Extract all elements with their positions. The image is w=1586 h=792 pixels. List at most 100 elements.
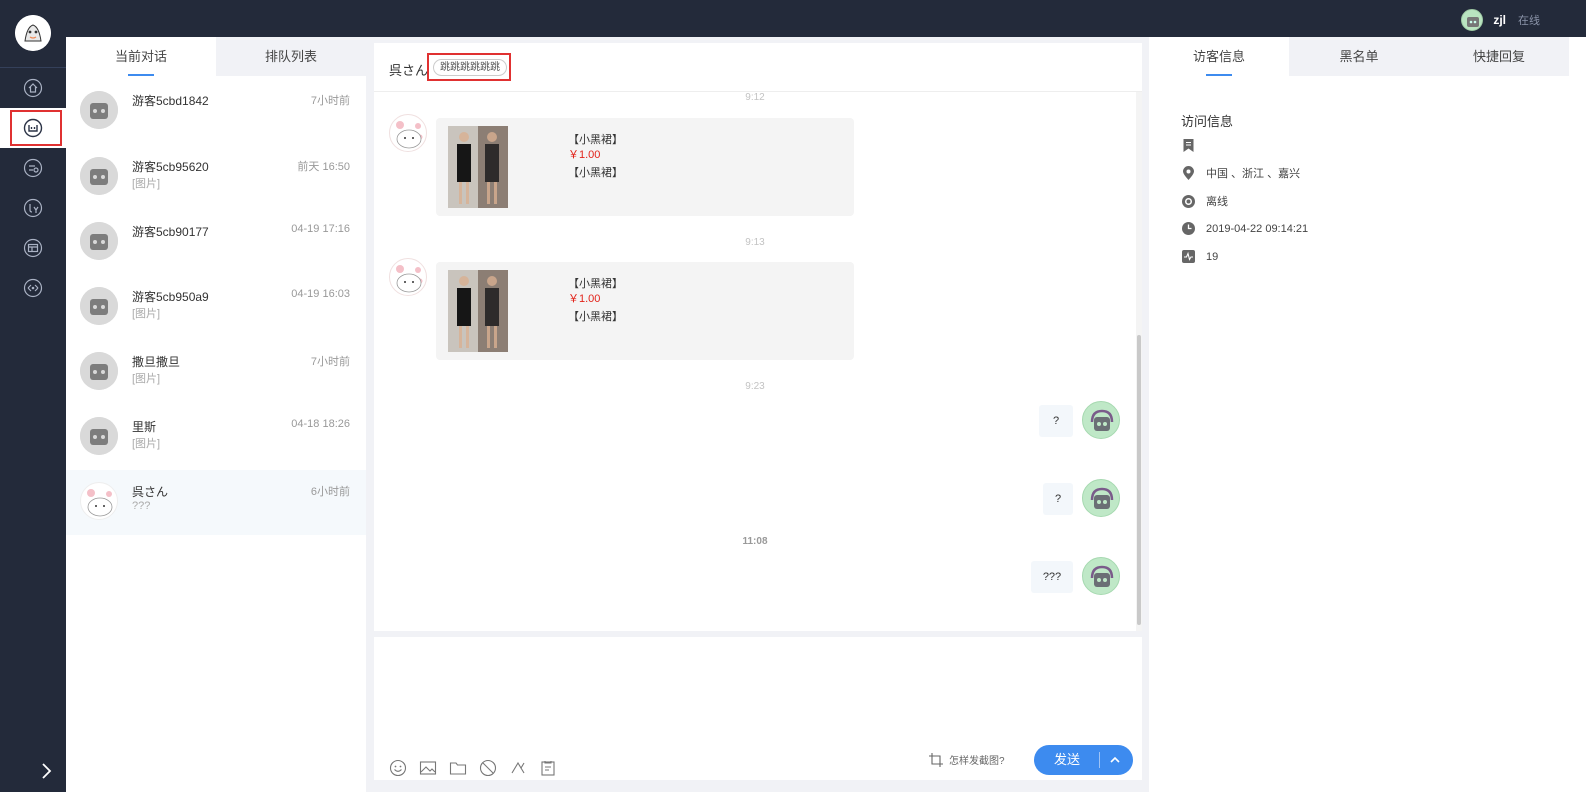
info-visit-time: 2019-04-22 09:14:21 [1206, 222, 1309, 235]
rate-icon [479, 759, 497, 777]
product-image[interactable] [448, 126, 508, 208]
agent-avatar-icon [1090, 565, 1114, 587]
logo-icon [15, 15, 51, 51]
screenshot-hint[interactable]: 怎样发截图? [929, 752, 1005, 767]
chevron-up-icon [1110, 756, 1120, 763]
conversation-item[interactable]: 游客5cb950a9 04-19 16:03 [图片] [66, 275, 366, 340]
visitor-avatar-icon [396, 121, 423, 149]
conversation-preview: [图片] [132, 373, 161, 385]
history-icon [23, 158, 43, 178]
image-button[interactable] [419, 759, 437, 777]
chat-scrollbar[interactable] [1136, 92, 1142, 631]
user-avatar[interactable] [1461, 9, 1484, 31]
image-icon [419, 761, 437, 775]
default-avatar-icon [80, 352, 118, 390]
conversation-name: 游客5cb95620 [132, 160, 209, 174]
store-icon [23, 238, 43, 258]
transfer-button[interactable] [509, 759, 527, 777]
nav-item-history[interactable] [22, 157, 44, 179]
agent-avatar-icon [1090, 409, 1114, 431]
product-subtitle: 【小黑裙】 [568, 167, 623, 179]
nav-divider [0, 67, 66, 68]
send-options-toggle[interactable] [1108, 753, 1122, 767]
clipboard-button[interactable] [539, 759, 557, 777]
tab-current-conversations[interactable]: 当前对话 [66, 37, 216, 76]
info-row-status: 离线 [1181, 193, 1228, 209]
conversation-avatar [80, 482, 118, 520]
product-photo [448, 270, 508, 352]
send-button[interactable]: 发送 [1034, 745, 1133, 775]
conversation-item[interactable]: 撒旦撒旦 7小时前 [图片] [66, 340, 366, 405]
info-location: 中国 、浙江 、嘉兴 [1206, 168, 1301, 180]
tab-blacklist[interactable]: 黑名单 [1289, 37, 1429, 76]
visitor-info-panel: 访客信息 黑名单 快捷回复 访问信息 中国 、浙江 、嘉兴 离线 2019-04… [1149, 37, 1586, 792]
product-image[interactable] [448, 270, 508, 352]
conversation-time: 6小时前 [310, 486, 350, 498]
rate-button[interactable] [479, 759, 497, 777]
home-icon [23, 78, 43, 98]
message-timestamp: 9:23 [745, 381, 765, 392]
visits-icon [1182, 250, 1195, 263]
info-row-time: 2019-04-22 09:14:21 [1181, 221, 1308, 236]
current-user[interactable]: zjl 在线 [1461, 9, 1540, 31]
nav-item-settings[interactable] [22, 277, 44, 299]
emoji-button[interactable] [389, 759, 407, 777]
agent-avatar [1082, 401, 1120, 439]
scrollbar-thumb[interactable] [1137, 335, 1141, 625]
visit-info-title: 访问信息 [1181, 114, 1234, 129]
user-status: 在线 [1518, 15, 1540, 27]
conversation-name: 撒旦撒旦 [132, 355, 181, 369]
expand-sidebar-button[interactable] [38, 762, 56, 780]
info-row-visits: 19 [1181, 249, 1218, 264]
chevron-right-icon [42, 763, 52, 779]
emoji-icon [389, 759, 407, 777]
info-row-note [1181, 138, 1206, 153]
nav-item-store[interactable] [22, 237, 44, 259]
folder-button[interactable] [449, 759, 467, 777]
message-timestamp: 11:08 [742, 536, 768, 547]
folder-icon [449, 762, 467, 775]
composer-toolbar [389, 759, 557, 777]
conversation-item[interactable]: 里斯 04-18 18:26 [图片] [66, 405, 366, 470]
conversation-time: 04-19 16:03 [291, 288, 350, 300]
conversation-item[interactable]: 游客5cbd1842 7小时前 [66, 79, 366, 144]
conversation-item[interactable]: 游客5cb90177 04-19 17:16 [66, 210, 366, 275]
conversation-avatar [80, 222, 118, 260]
conversation-time: 7小时前 [310, 95, 350, 107]
conversation-avatar [80, 417, 118, 455]
default-avatar-icon [80, 91, 118, 129]
info-status: 离线 [1206, 196, 1228, 208]
user-name: zjl [1493, 13, 1506, 27]
default-avatar-icon [80, 417, 118, 455]
default-avatar-icon [80, 157, 118, 195]
tab-queue-list[interactable]: 排队列表 [216, 37, 366, 76]
chat-visitor-name: 呉さん [389, 63, 429, 78]
screenshot-hint-text: 怎样发截图? [949, 756, 1005, 767]
top-bar: zjl 在线 [0, 0, 1586, 37]
default-avatar-icon [80, 222, 118, 260]
conversation-item[interactable]: 呉さん 6小时前??? [66, 470, 366, 535]
nav-item-customers[interactable] [22, 197, 44, 219]
agent-message: ? [1043, 483, 1073, 515]
tab-quick-reply[interactable]: 快捷回复 [1429, 37, 1569, 76]
visitor-tag[interactable]: 跳跳跳跳跳跳 [433, 59, 507, 76]
conversation-tabs: 当前对话 排队列表 [66, 37, 366, 76]
chat-window: 呉さん 跳跳跳跳跳跳 9:12 【小黑裙】 ￥1.00 【小黑裙】 9:13 【… [374, 43, 1142, 631]
product-card[interactable]: 【小黑裙】 ￥1.00 【小黑裙】 [436, 262, 854, 360]
nav-item-conversation[interactable] [0, 108, 66, 148]
conversation-preview: [图片] [132, 438, 161, 450]
agent-message: ? [1039, 405, 1073, 437]
product-photo [448, 126, 508, 208]
visitor-avatar-icon [396, 265, 423, 293]
nav-item-home[interactable] [22, 77, 44, 99]
visitor-avatar [389, 258, 427, 296]
tab-visitor-info[interactable]: 访客信息 [1149, 37, 1289, 76]
conversation-item[interactable]: 游客5cb95620 前天 16:50 [图片] [66, 145, 366, 210]
product-card[interactable]: 【小黑裙】 ￥1.00 【小黑裙】 [436, 118, 854, 216]
conversation-preview: [图片] [132, 308, 161, 320]
user-avatar-icon [1467, 17, 1480, 27]
app-logo[interactable] [15, 15, 51, 51]
clipboard-icon [541, 761, 555, 776]
product-price: ￥1.00 [568, 293, 601, 305]
message-composer[interactable]: 怎样发截图? 发送 [374, 637, 1142, 780]
